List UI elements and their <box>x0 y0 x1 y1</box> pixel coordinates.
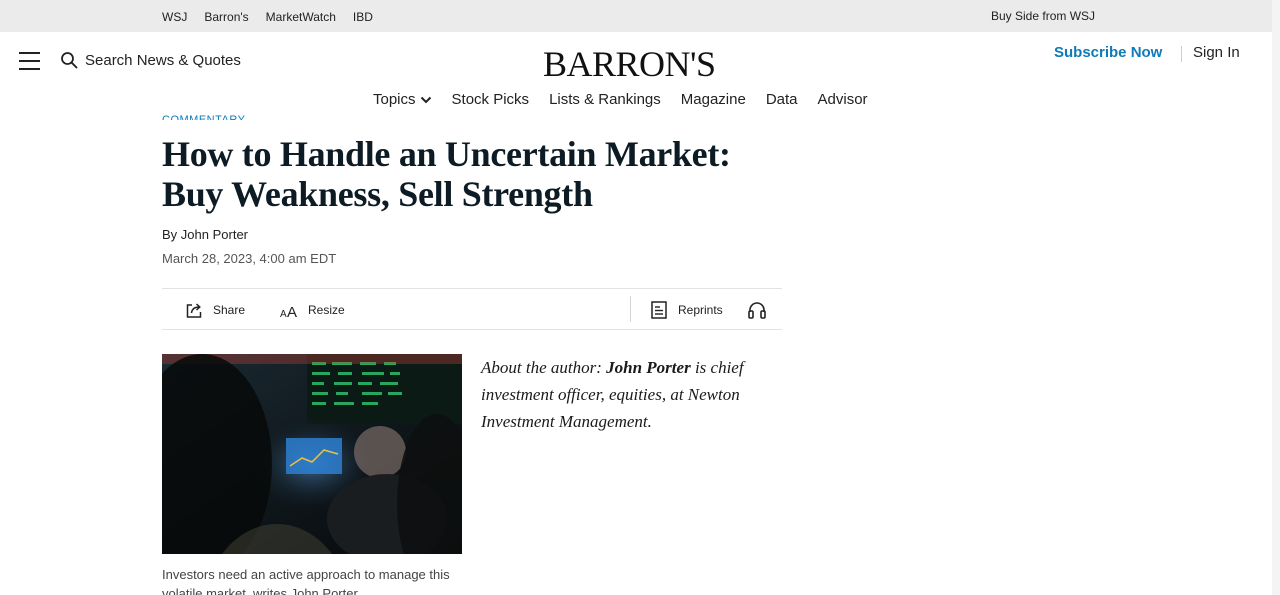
link-wsj[interactable]: WSJ <box>162 10 187 24</box>
headline-line-2: Buy Weakness, Sell Strength <box>162 174 593 214</box>
headphones-icon <box>748 302 766 319</box>
nav-magazine[interactable]: Magazine <box>681 91 746 108</box>
document-icon <box>651 301 667 319</box>
reprints-label: Reprints <box>678 303 723 317</box>
barrons-logo[interactable]: BARRON'S <box>543 44 723 84</box>
chevron-down-icon <box>420 96 431 103</box>
nav-topics-label: Topics <box>373 91 416 108</box>
byline: By John Porter <box>162 227 248 242</box>
byline-prefix: By <box>162 227 178 242</box>
top-strip: WSJ Barron's MarketWatch IBD Buy Side fr… <box>0 0 1272 32</box>
hamburger-menu-icon[interactable] <box>19 52 41 70</box>
subscribe-now-button[interactable]: Subscribe Now <box>1054 44 1162 61</box>
author-link[interactable]: John Porter <box>181 227 248 242</box>
nav-data[interactable]: Data <box>766 91 798 108</box>
resize-label: Resize <box>308 303 345 317</box>
nav-stock-picks[interactable]: Stock Picks <box>452 91 530 108</box>
about-author: About the author: John Porter is chief i… <box>481 354 771 435</box>
photo-caption: Investors need an active approach to man… <box>162 567 450 595</box>
nav-lists-rankings[interactable]: Lists & Rankings <box>549 91 661 108</box>
text-resize-icon: A A <box>280 304 297 320</box>
article-kicker[interactable]: COMMENTARY <box>162 110 245 120</box>
article-photo[interactable] <box>162 354 462 554</box>
link-marketwatch[interactable]: MarketWatch <box>266 10 336 24</box>
scrollbar-track[interactable] <box>1272 0 1280 595</box>
about-name: John Porter <box>606 358 691 377</box>
link-buy-side[interactable]: Buy Side from WSJ <box>991 9 1095 23</box>
toolbar-separator <box>630 296 631 322</box>
share-label: Share <box>213 303 246 317</box>
link-barrons[interactable]: Barron's <box>204 10 248 24</box>
svg-text:A: A <box>280 309 287 320</box>
search-button[interactable]: Search News & Quotes <box>60 51 241 69</box>
section-nav: Topics Stock Picks Lists & Rankings Maga… <box>373 91 868 108</box>
resize-button[interactable]: A A Resize <box>279 300 345 320</box>
article-headline: How to Handle an Uncertain Market: Buy W… <box>162 134 782 214</box>
article-toolbar: Share A A Resize Reprints <box>162 288 782 330</box>
nav-advisor[interactable]: Advisor <box>818 91 868 108</box>
listen-button[interactable] <box>747 300 767 320</box>
trading-floor-photo <box>162 354 462 554</box>
sign-in-button[interactable]: Sign In <box>1193 44 1240 61</box>
nav-topics[interactable]: Topics <box>373 91 432 108</box>
reprints-button[interactable]: Reprints <box>649 300 723 320</box>
share-icon <box>186 303 202 318</box>
about-prefix: About the author: <box>481 358 607 377</box>
headline-line-1: How to Handle an Uncertain Market: <box>162 134 731 174</box>
svg-text:A: A <box>287 304 297 320</box>
magnifier-icon <box>61 52 78 69</box>
search-label: Search News & Quotes <box>85 51 241 69</box>
link-ibd[interactable]: IBD <box>353 10 373 24</box>
header-divider <box>1181 46 1182 62</box>
share-button[interactable]: Share <box>184 300 245 320</box>
sister-site-links: WSJ Barron's MarketWatch IBD <box>162 10 390 24</box>
publish-date: March 28, 2023, 4:00 am EDT <box>162 251 337 266</box>
